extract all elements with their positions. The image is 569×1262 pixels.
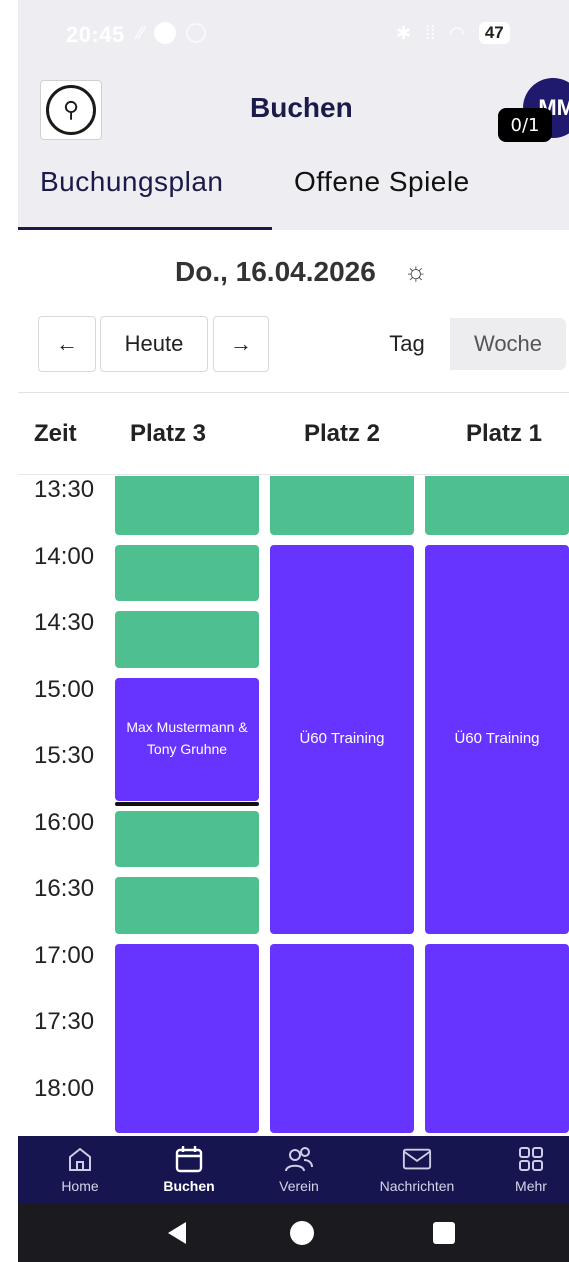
booked-slot-platz-2[interactable]	[270, 943, 414, 1133]
signal-icon: ⁞⁞	[425, 22, 436, 43]
booked-slot-platz-1[interactable]: Ü60 Training	[425, 544, 569, 934]
header-separator	[18, 474, 569, 475]
booking-label: Ü60 Training	[454, 730, 540, 748]
booked-slot-platz-3[interactable]	[115, 943, 259, 1133]
bluetooth-icon: ✱	[396, 22, 412, 43]
free-slot-platz-3[interactable]	[115, 476, 259, 535]
home-circle-icon[interactable]	[290, 1221, 314, 1245]
nav-home[interactable]: Home	[30, 1136, 130, 1204]
back-icon[interactable]	[168, 1222, 186, 1244]
free-slot-platz-2[interactable]	[270, 476, 414, 535]
booked-slot-platz-1[interactable]	[425, 943, 569, 1133]
status-time: 20:45	[66, 22, 125, 47]
nav-verein[interactable]: Verein	[249, 1136, 349, 1204]
next-day-button[interactable]: →	[213, 316, 269, 372]
booking-screen: 20:45 ⁄⁄ ✱ ⁞⁞ ◠ 47 ⚲ Buchen MM 0/1 Buchu…	[0, 0, 569, 1262]
view-toggle: Tag Woche	[364, 318, 566, 370]
time-label: 18:00	[34, 1074, 95, 1102]
view-day-button[interactable]: Tag	[364, 318, 450, 370]
status-bar: 20:45 ⁄⁄ ✱ ⁞⁞ ◠ 47	[0, 0, 569, 70]
cloud-sun-icon: ☼	[404, 256, 428, 286]
mail-icon	[402, 1144, 432, 1174]
free-slot-platz-3[interactable]	[115, 877, 259, 934]
free-slot-platz-3[interactable]	[115, 544, 259, 601]
nav-buchen[interactable]: Buchen	[139, 1136, 239, 1204]
time-label: 16:30	[34, 875, 95, 902]
nav-label-nachrichten: Nachrichten	[379, 1178, 455, 1194]
time-label: 15:00	[34, 675, 95, 703]
page-title: Buchen	[250, 92, 353, 123]
booking-label: Ü60 Training	[299, 730, 385, 748]
view-week-button[interactable]: Woche	[450, 318, 566, 370]
divider	[18, 392, 569, 393]
free-slot-platz-3[interactable]	[115, 611, 259, 668]
time-label: 15:30	[34, 742, 95, 769]
nav-label-mehr: Mehr	[515, 1178, 547, 1194]
nav-mehr[interactable]: Mehr	[481, 1136, 569, 1204]
free-slot-platz-3[interactable]	[115, 810, 259, 867]
tab-bar: Buchungsplan Offene Spiele	[18, 160, 569, 232]
column-header-platz-3: Platz 3	[130, 420, 207, 447]
grid-icon	[516, 1144, 546, 1174]
tennis-racket-icon: ⚲	[46, 85, 96, 135]
app-bar: ⚲ Buchen MM	[18, 78, 569, 144]
nav-label-home: Home	[61, 1178, 99, 1194]
time-label: 14:30	[34, 609, 95, 636]
nav-label-buchen: Buchen	[163, 1178, 215, 1194]
system-navigation-bar	[18, 1204, 569, 1262]
column-header-time: Zeit	[34, 420, 77, 447]
status-notification-icons: ⁄⁄	[138, 22, 207, 44]
tab-offene-spiele[interactable]: Offene Spiele	[294, 166, 470, 198]
status-system-icons: ✱ ⁞⁞ ◠ 47	[396, 22, 510, 44]
booking-end-line	[115, 801, 259, 806]
time-label: 13:30	[34, 476, 95, 503]
users-icon	[284, 1144, 314, 1174]
column-header-platz-2: Platz 2	[304, 420, 381, 447]
current-date: Do., 16.04.2026	[175, 256, 376, 287]
home-icon	[65, 1144, 95, 1174]
nav-nachrichten[interactable]: Nachrichten	[367, 1136, 467, 1204]
wifi-icon: ◠	[449, 22, 465, 43]
bottom-navigation: Home Buchen Verein Nachrichten Mehr	[18, 1136, 569, 1204]
notification-dot-icon	[154, 22, 177, 44]
time-label: 17:30	[34, 1008, 95, 1035]
time-label: 14:00	[34, 542, 95, 570]
link-icon: ⁄⁄	[138, 22, 145, 43]
active-tab-indicator	[18, 227, 272, 230]
battery-icon: 47	[478, 22, 510, 44]
tab-buchungsplan[interactable]: Buchungsplan	[40, 166, 223, 198]
recent-apps-icon[interactable]	[433, 1222, 455, 1244]
time-label: 16:00	[34, 808, 95, 836]
club-logo[interactable]: ⚲	[40, 80, 102, 140]
calendar-icon	[174, 1144, 204, 1174]
booked-slot-platz-2[interactable]: Ü60 Training	[270, 544, 414, 934]
free-slot-platz-1[interactable]	[425, 476, 569, 535]
previous-day-button[interactable]: ←	[38, 316, 96, 372]
schedule-grid: 13:30 14:00 14:30 15:00 15:30 16:00 16:30 17:00…	[0, 476, 569, 1136]
today-button[interactable]: Heute	[100, 316, 208, 372]
booking-counter-badge: 0/1	[498, 108, 552, 142]
booked-slot-platz-3[interactable]: Max Mustermann & Tony Gruhne	[115, 677, 259, 801]
time-label: 17:00	[34, 941, 95, 969]
nav-label-verein: Verein	[279, 1178, 319, 1194]
booking-label: Max Mustermann & Tony Gruhne	[126, 719, 248, 757]
column-header-platz-1: Platz 1	[466, 420, 543, 447]
notification-ring-icon	[186, 23, 207, 43]
